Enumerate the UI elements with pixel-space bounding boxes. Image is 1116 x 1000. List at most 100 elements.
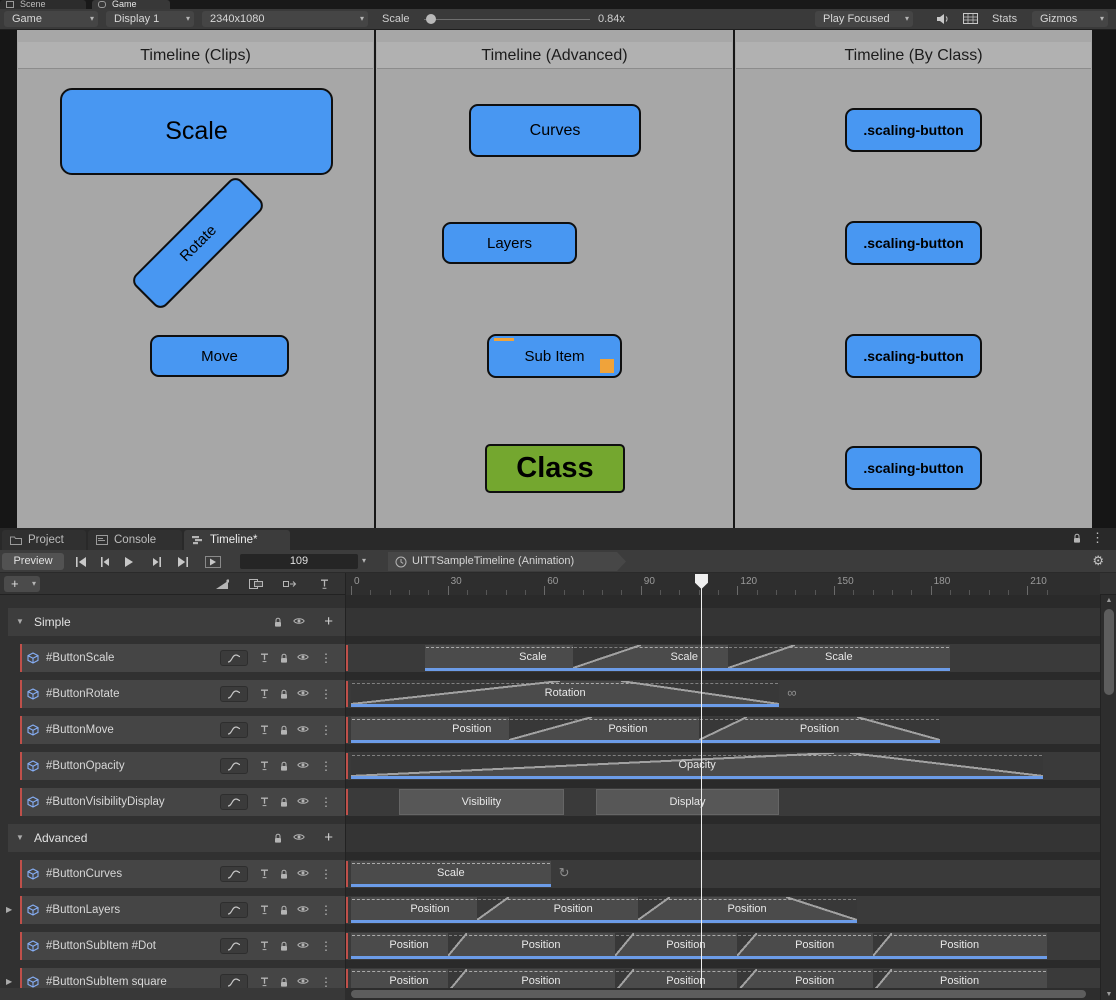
collapse-arrow-icon[interactable]: ▼ [16, 833, 24, 842]
timeline-clip[interactable]: Position [615, 933, 757, 959]
timeline-clip[interactable]: Position [615, 969, 757, 988]
scroll-up-icon[interactable]: ▲ [1101, 597, 1116, 604]
timeline-clip[interactable]: Position [737, 969, 892, 988]
marker-pin-icon[interactable] [310, 576, 338, 592]
current-frame-input[interactable]: 109 [240, 554, 358, 569]
eye-icon[interactable] [297, 653, 309, 661]
move-button[interactable]: Move [150, 335, 289, 377]
lock-icon[interactable] [279, 725, 289, 736]
playhead[interactable] [694, 574, 708, 988]
scale-button[interactable]: Scale [60, 88, 333, 175]
tab-timeline[interactable]: Timeline* [184, 530, 290, 550]
chevron-down-icon[interactable]: ▾ [362, 556, 366, 565]
group-row[interactable]: ▼ Advanced + [8, 824, 345, 852]
lock-icon[interactable] [279, 797, 289, 808]
curves-toggle-button[interactable] [220, 650, 248, 666]
eye-icon[interactable] [297, 761, 309, 769]
timeline-clip[interactable]: Position [872, 933, 1047, 959]
eye-icon[interactable] [297, 869, 309, 877]
curves-toggle-button[interactable] [220, 974, 248, 988]
mute-audio-icon[interactable] [936, 13, 956, 27]
curves-button[interactable]: Curves [469, 104, 641, 157]
horizontal-scrollbar-thumb[interactable] [351, 990, 1086, 998]
lock-icon[interactable] [279, 905, 289, 916]
curves-toggle-button[interactable] [220, 938, 248, 954]
kebab-menu-icon[interactable]: ⋮ [1091, 530, 1104, 546]
kebab-menu-icon[interactable]: ⋮ [320, 867, 332, 881]
curves-toggle-button[interactable] [220, 902, 248, 918]
scroll-down-icon[interactable]: ▼ [1101, 991, 1116, 998]
eye-icon[interactable] [293, 833, 305, 841]
scaling-button[interactable]: .scaling-button [845, 108, 982, 152]
lock-icon[interactable] [279, 689, 289, 700]
lock-icon[interactable] [279, 941, 289, 952]
rotate-button[interactable]: Rotate [129, 174, 267, 312]
timeline-clip[interactable]: Position [698, 717, 941, 743]
vertical-scrollbar[interactable]: ▲ ▼ [1100, 595, 1116, 1000]
pin-icon[interactable] [260, 797, 269, 807]
pin-icon[interactable] [260, 653, 269, 663]
play-button[interactable] [118, 554, 140, 569]
layers-button[interactable]: Layers [442, 222, 577, 264]
gear-icon[interactable]: ⚙ [1092, 553, 1104, 569]
vertical-scrollbar-thumb[interactable] [1104, 609, 1114, 695]
stats-button[interactable]: Stats [992, 13, 1017, 26]
resolution-dropdown[interactable]: 2340x1080 ▾ [202, 11, 368, 27]
eye-icon[interactable] [297, 797, 309, 805]
lock-icon[interactable] [279, 977, 289, 988]
track-header[interactable]: #ButtonRotate ⋮ [20, 680, 345, 708]
timeline-clip[interactable]: Scale [351, 861, 551, 887]
play-range-button[interactable] [200, 554, 226, 569]
lock-icon[interactable] [279, 761, 289, 772]
slider-knob[interactable] [426, 14, 436, 24]
collapse-arrow-icon[interactable]: ▼ [16, 617, 24, 626]
breadcrumb[interactable]: UITTSampleTimeline (Animation) [388, 552, 626, 571]
kebab-menu-icon[interactable]: ⋮ [320, 723, 332, 737]
tab-project[interactable]: Project [2, 530, 86, 550]
grid-icon[interactable] [963, 13, 983, 27]
preview-toggle-button[interactable]: Preview [2, 553, 64, 570]
curves-toggle-button[interactable] [220, 722, 248, 738]
scale-slider[interactable] [424, 14, 590, 24]
view-mode-dropdown[interactable]: Game ▾ [4, 11, 98, 27]
curves-toggle-button[interactable] [220, 794, 248, 810]
curves-view-icon[interactable] [208, 576, 236, 592]
track-header[interactable]: #ButtonMove ⋮ [20, 716, 345, 744]
expand-arrow-icon[interactable]: ▶ [6, 905, 12, 914]
group-row[interactable]: ▼ Simple + [8, 608, 345, 636]
tab-game[interactable]: Game [92, 0, 170, 9]
go-to-end-button[interactable] [172, 554, 194, 569]
timeline-clip[interactable]: Opacity [351, 753, 1044, 779]
kebab-menu-icon[interactable]: ⋮ [320, 651, 332, 665]
kebab-menu-icon[interactable]: ⋮ [320, 795, 332, 809]
lock-icon[interactable] [279, 653, 289, 664]
go-to-start-button[interactable] [70, 554, 92, 569]
timeline-clip[interactable]: Scale [727, 645, 950, 671]
eye-icon[interactable] [297, 941, 309, 949]
timeline-clip[interactable]: Position [637, 897, 857, 923]
timeline-clip[interactable]: Position [872, 969, 1047, 988]
timeline-clip[interactable]: Position [737, 933, 892, 959]
display-dropdown[interactable]: Display 1 ▾ [106, 11, 194, 27]
lock-icon[interactable] [273, 833, 283, 844]
horizontal-scrollbar[interactable] [345, 988, 1100, 1000]
timeline-clip[interactable]: Position [447, 969, 635, 988]
curves-toggle-button[interactable] [220, 758, 248, 774]
pin-icon[interactable] [260, 905, 269, 915]
eye-icon[interactable] [297, 689, 309, 697]
gizmos-dropdown[interactable]: Gizmos ▾ [1032, 11, 1108, 27]
pin-icon[interactable] [260, 869, 269, 879]
timeline-ruler[interactable]: 0 30 60 90 120 150 180 210 [345, 573, 1100, 595]
kebab-menu-icon[interactable]: ⋮ [320, 687, 332, 701]
track-header[interactable]: #ButtonSubItem #Dot ⋮ [20, 932, 345, 960]
timeline-clip[interactable]: Position [447, 933, 635, 959]
lock-icon[interactable] [273, 617, 283, 628]
play-focused-dropdown[interactable]: Play Focused ▾ [815, 11, 913, 27]
edit-mode-mix-icon[interactable] [242, 576, 270, 592]
curves-toggle-button[interactable] [220, 866, 248, 882]
eye-icon[interactable] [297, 905, 309, 913]
kebab-menu-icon[interactable]: ⋮ [320, 939, 332, 953]
add-track-dropdown[interactable]: + ▾ [4, 576, 40, 592]
timeline-clip[interactable]: Display [595, 789, 780, 815]
track-header[interactable]: #ButtonVisibilityDisplay ⋮ [20, 788, 345, 816]
